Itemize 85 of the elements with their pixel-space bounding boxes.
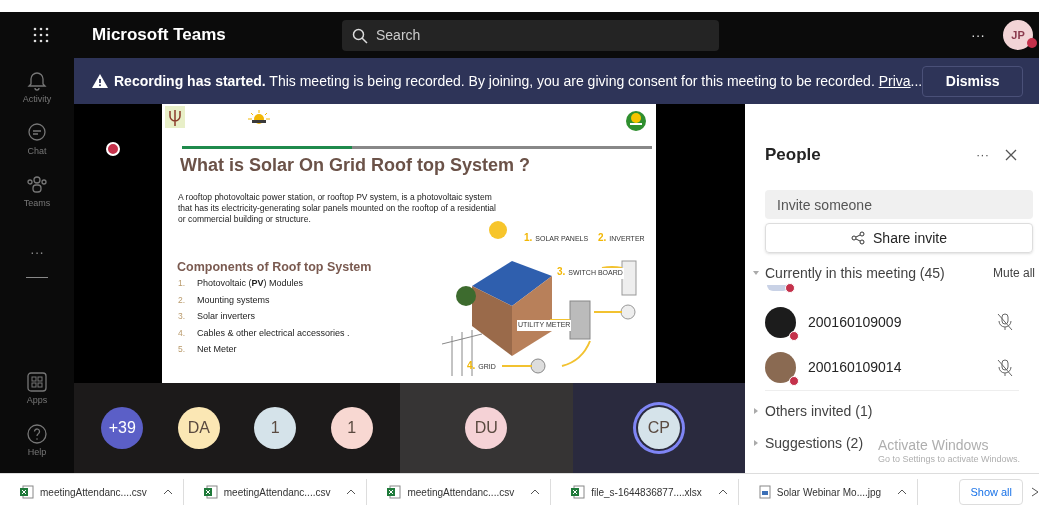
search-field[interactable]: Search — [342, 19, 719, 51]
section-toggle[interactable]: Suggestions (2) — [753, 432, 864, 454]
list-item-text: Net Meter — [197, 343, 237, 356]
diagram-number: 4. — [467, 359, 476, 373]
file-name: meetingAttendanc....csv — [40, 485, 147, 500]
help-icon — [26, 423, 48, 445]
list-item-text: Solar inverters — [197, 310, 256, 323]
spreadsheet-file-icon — [571, 485, 586, 499]
file-name: meetingAttendanc....csv — [223, 485, 331, 500]
participant-name: 200160109014 — [808, 358, 902, 377]
warning-icon — [92, 74, 108, 88]
section-toggle[interactable]: Others invited (1) — [753, 400, 873, 422]
participant-row[interactable]: 200160109009 — [765, 299, 1019, 345]
activation-title: Activate Windows — [878, 438, 989, 452]
download-item[interactable]: Solar Webinar Mo....jpg — [738, 479, 919, 505]
show-all-button[interactable]: Show all — [959, 479, 1023, 505]
list-item-text: Photovoltaic (PV) Modules — [197, 277, 304, 290]
spreadsheet-file-icon — [387, 485, 402, 499]
spreadsheet-file-icon — [203, 485, 218, 499]
app-launcher-icon[interactable] — [32, 26, 50, 44]
search-icon — [352, 27, 368, 44]
diagram-number: 2. — [598, 231, 607, 245]
participant-avatar: 1 — [330, 407, 373, 449]
download-item[interactable]: meetingAttendanc....csv — [367, 479, 552, 505]
people-icon — [26, 174, 48, 196]
participant-avatar: +39 — [101, 407, 144, 449]
recording-indicator — [106, 142, 120, 156]
caret-up-icon[interactable] — [346, 489, 357, 495]
file-name: Solar Webinar Mo....jpg — [776, 485, 882, 500]
slide-paragraph: A rooftop photovoltaic power station, or rooftop PV system, is a photovoltaic system that has its electricity-generating solar panels mounted on the rooftop of a residential or commercial building or structure. — [178, 192, 497, 225]
list-number: 3. — [178, 310, 187, 324]
participant-avatar: DU — [465, 407, 508, 449]
download-item[interactable]: meetingAttendanc....csv — [0, 479, 184, 505]
activation-text: Go to Settings to activate Windows. — [878, 453, 1021, 466]
recording-notice: Recording has started. This meeting is being recorded. By joining, you are giving consent for this meeting to be recorded. Priva... — [114, 71, 923, 91]
caret-icon — [753, 408, 759, 414]
list-number: 4. — [178, 326, 187, 340]
slide-subtitle: Components of Roof top System — [177, 259, 372, 276]
list-item-text: Mounting systems — [197, 293, 270, 307]
more-options-button[interactable]: ··· — [976, 145, 989, 165]
more-options-button[interactable]: ··· — [971, 24, 985, 46]
caret-up-icon[interactable] — [717, 489, 728, 495]
rail-button[interactable]: Apps — [7, 369, 67, 421]
dismiss-button[interactable]: Dismiss — [922, 65, 1023, 97]
diagram-number: 3. — [557, 265, 566, 279]
list-number: 1. — [178, 277, 187, 291]
section-toggle[interactable]: Currently in this meeting (45) — [753, 262, 945, 284]
participant-name: 200160109009 — [808, 312, 902, 332]
participant-avatar: DA — [177, 407, 220, 449]
caret-up-icon[interactable] — [897, 489, 908, 495]
participant-row[interactable]: 200160109014 — [765, 345, 1019, 391]
caret-icon — [753, 440, 759, 446]
caret-icon — [753, 270, 759, 276]
spreadsheet-file-icon — [20, 485, 34, 499]
rail-button[interactable]: Help — [7, 421, 67, 473]
bell-icon — [26, 70, 48, 92]
sun-logo-icon — [247, 109, 271, 125]
slide-title: What is Solar On Grid Roof top System ? — [180, 154, 531, 177]
app-title: Microsoft Teams — [92, 24, 227, 47]
list-number: 5. — [178, 343, 187, 357]
more-apps-button[interactable]: ··· — [30, 242, 44, 263]
rail-button[interactable]: Activity — [7, 68, 67, 120]
mute-all-button[interactable]: Mute all — [992, 264, 1035, 282]
emblem-logo-icon — [624, 108, 648, 132]
privacy-link[interactable]: Priva — [878, 72, 911, 89]
caret-up-icon[interactable] — [530, 489, 541, 495]
share-icon — [851, 231, 866, 245]
trident-logo-icon — [165, 106, 185, 128]
apps-icon — [26, 371, 48, 393]
share-invite-button[interactable]: Share invite — [765, 223, 1033, 253]
list-number: 2. — [178, 293, 187, 307]
invite-field[interactable]: Invite someone — [765, 190, 1033, 219]
download-item[interactable]: file_s-1644836877....xlsx — [551, 479, 739, 505]
list-item-text: Cables & other electrical accessories . — [197, 326, 350, 340]
panel-title: People — [765, 144, 821, 167]
diagram-number: 1. — [524, 231, 533, 245]
caret-up-icon[interactable] — [162, 489, 173, 495]
download-item[interactable]: meetingAttendanc....csv — [183, 479, 368, 505]
rail-button[interactable]: Teams — [7, 172, 67, 224]
image-file-icon — [758, 485, 771, 499]
file-name: file_s-1644836877....xlsx — [591, 485, 702, 500]
file-name: meetingAttendanc....csv — [407, 485, 515, 500]
chat-icon — [26, 122, 48, 144]
participant-avatar: 1 — [254, 407, 297, 449]
rail-button[interactable]: Chat — [7, 120, 67, 172]
